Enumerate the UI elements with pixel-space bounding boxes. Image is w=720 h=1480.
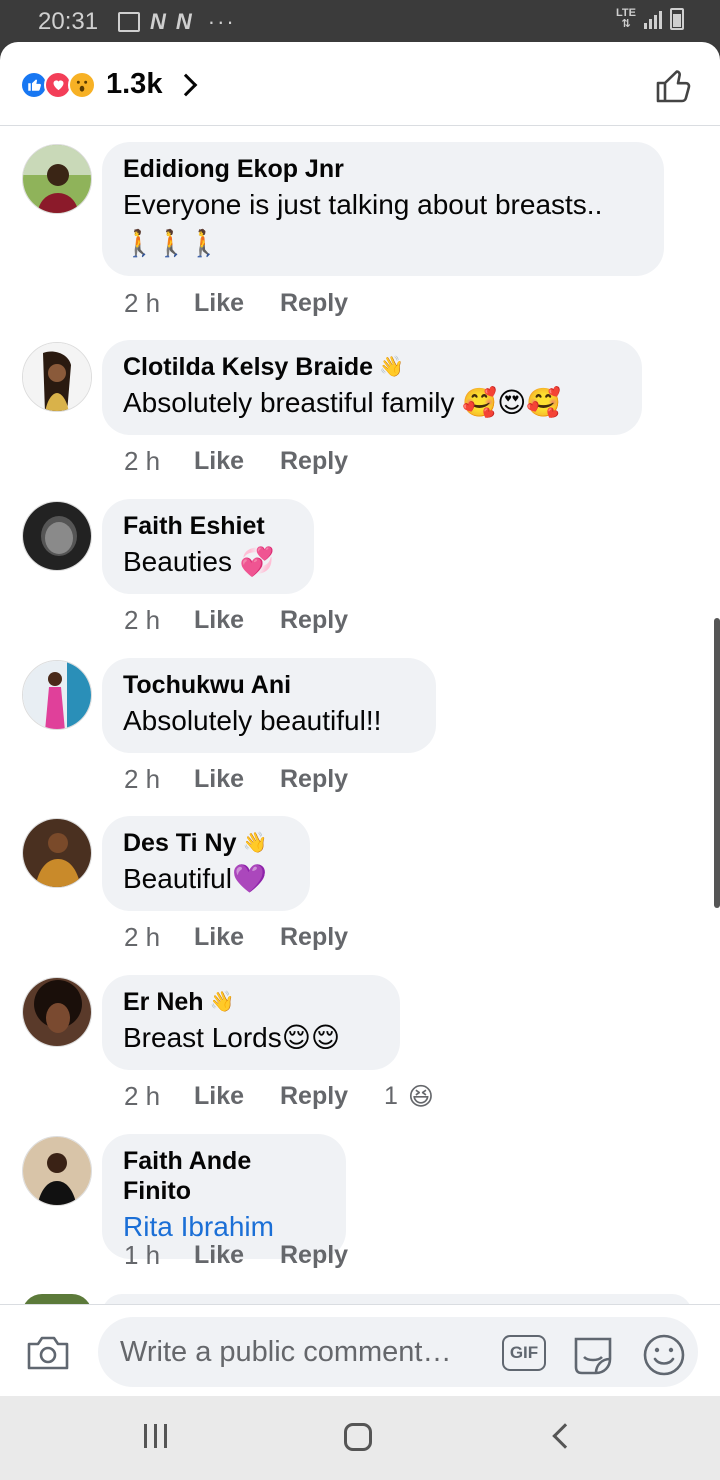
gallery-icon bbox=[118, 12, 140, 32]
comment-author[interactable]: Faith Ande Finito bbox=[123, 1146, 325, 1206]
comment-bubble[interactable]: Er Neh 👋 Breast Lords😌😌 bbox=[102, 975, 400, 1070]
comment-actions: 2 h Like Reply bbox=[124, 446, 384, 477]
comment-text: Breast Lords😌😌 bbox=[123, 1022, 341, 1053]
notification-n-icon: N bbox=[150, 9, 166, 34]
reply-button[interactable]: Reply bbox=[280, 606, 384, 635]
wow-icon bbox=[68, 70, 96, 99]
comment-time: 2 h bbox=[124, 605, 161, 635]
comment-actions: 2 h Like Reply 1 😆 bbox=[124, 1081, 434, 1112]
back-button[interactable] bbox=[552, 1423, 578, 1449]
lte-icon: LTE ⇅ bbox=[616, 7, 636, 30]
scrollbar[interactable] bbox=[714, 618, 720, 908]
comment-text: Beauties 💞 bbox=[123, 546, 275, 577]
camera-button[interactable] bbox=[26, 1335, 70, 1371]
signal-icon bbox=[644, 9, 662, 29]
status-time: 20:31 bbox=[38, 8, 99, 35]
comment-time: 2 h bbox=[124, 1081, 161, 1111]
comment-author[interactable]: Tochukwu Ani bbox=[123, 670, 415, 700]
comments-sheet: 1.3k Edidiong Ekop Jnr Everyone is just … bbox=[0, 42, 720, 1396]
comment-text: Everyone is just talking about breasts.. bbox=[123, 189, 603, 220]
comment-bubble[interactable]: Edidiong Ekop Jnr Everyone is just talki… bbox=[102, 142, 664, 276]
like-button[interactable]: Like bbox=[194, 447, 280, 476]
avatar[interactable] bbox=[22, 501, 92, 571]
comment-author[interactable]: Edidiong Ekop Jnr bbox=[123, 154, 643, 184]
notification-icons: N N ··· bbox=[118, 9, 236, 35]
comment-reaction-summary[interactable]: 1 😆 bbox=[384, 1082, 434, 1112]
comment-bubble[interactable]: Tochukwu Ani Absolutely beautiful!! bbox=[102, 658, 436, 753]
comment-author[interactable]: Er Neh 👋 bbox=[123, 987, 379, 1017]
wave-icon: 👋 bbox=[379, 356, 404, 378]
comment-bubble[interactable]: Faith Eshiet Beauties 💞 bbox=[102, 499, 314, 594]
haha-icon: 😆 bbox=[407, 1082, 434, 1111]
comment-actions: 2 h Like Reply bbox=[124, 288, 384, 319]
comment-actions: 2 h Like Reply bbox=[124, 922, 384, 953]
comment-text-line2: 🚶🚶🚶 bbox=[123, 228, 221, 258]
wave-icon: 👋 bbox=[242, 832, 268, 854]
avatar[interactable] bbox=[22, 144, 92, 214]
recent-apps-button[interactable] bbox=[144, 1424, 167, 1448]
comment-text: Absolutely breastiful family 🥰😍🥰 bbox=[123, 387, 562, 418]
gif-button[interactable]: GIF bbox=[502, 1335, 546, 1371]
reply-button[interactable]: Reply bbox=[280, 1241, 384, 1270]
reply-button[interactable]: Reply bbox=[280, 1082, 384, 1111]
avatar[interactable] bbox=[22, 818, 92, 888]
like-button[interactable]: Like bbox=[194, 606, 280, 635]
like-post-button[interactable] bbox=[654, 66, 694, 106]
reply-button[interactable]: Reply bbox=[280, 289, 384, 318]
comment-actions: 2 h Like Reply bbox=[124, 764, 384, 795]
status-bar: 20:31 N N ··· LTE ⇅ bbox=[0, 0, 720, 44]
comment-time: 2 h bbox=[124, 922, 161, 952]
comment-time: 2 h bbox=[124, 288, 161, 318]
home-button[interactable] bbox=[344, 1423, 372, 1451]
system-nav-bar bbox=[0, 1396, 720, 1480]
sticker-button[interactable] bbox=[570, 1331, 616, 1377]
comment-text: Absolutely beautiful!! bbox=[123, 705, 382, 736]
comment-bubble[interactable]: Des Ti Ny 👋 Beautiful💜 bbox=[102, 816, 310, 911]
avatar[interactable] bbox=[22, 342, 92, 412]
reaction-count: 1.3k bbox=[106, 68, 163, 100]
chevron-right-icon bbox=[175, 73, 198, 96]
like-button[interactable]: Like bbox=[194, 1241, 280, 1270]
comment-actions: 2 h Like Reply bbox=[124, 605, 384, 636]
emoji-button[interactable] bbox=[642, 1333, 686, 1377]
reply-button[interactable]: Reply bbox=[280, 447, 384, 476]
comment-composer: GIF bbox=[0, 1304, 720, 1396]
like-button[interactable]: Like bbox=[194, 765, 280, 794]
avatar[interactable] bbox=[22, 977, 92, 1047]
wave-icon: 👋 bbox=[209, 991, 235, 1013]
like-button[interactable]: Like bbox=[194, 1082, 280, 1111]
comment-time: 1 h bbox=[124, 1240, 161, 1270]
reactions-summary[interactable]: 1.3k bbox=[20, 68, 198, 101]
comment-time: 2 h bbox=[124, 764, 161, 794]
comment-bubble[interactable]: Clotilda Kelsy Braide 👋 Absolutely breast… bbox=[102, 340, 642, 435]
comment-author[interactable]: Des Ti Ny 👋 bbox=[123, 828, 289, 858]
comment-actions: 1 h Like Reply bbox=[124, 1240, 384, 1271]
reply-button[interactable]: Reply bbox=[280, 923, 384, 952]
more-notifications-icon: ··· bbox=[207, 9, 236, 34]
comment-time: 2 h bbox=[124, 446, 161, 476]
avatar[interactable] bbox=[22, 1136, 92, 1206]
comment-author[interactable]: Faith Eshiet bbox=[123, 511, 293, 541]
like-button[interactable]: Like bbox=[194, 923, 280, 952]
avatar[interactable] bbox=[22, 660, 92, 730]
comment-reaction-count: 1 bbox=[384, 1082, 398, 1110]
comment-author[interactable]: Clotilda Kelsy Braide 👋 bbox=[123, 352, 621, 382]
battery-icon bbox=[670, 8, 684, 30]
like-button[interactable]: Like bbox=[194, 289, 280, 318]
reply-button[interactable]: Reply bbox=[280, 765, 384, 794]
reactions-header: 1.3k bbox=[0, 42, 720, 126]
system-icons: LTE ⇅ bbox=[616, 8, 684, 30]
notification-n-icon: N bbox=[175, 9, 192, 34]
comment-text: Beautiful💜 bbox=[123, 863, 267, 894]
